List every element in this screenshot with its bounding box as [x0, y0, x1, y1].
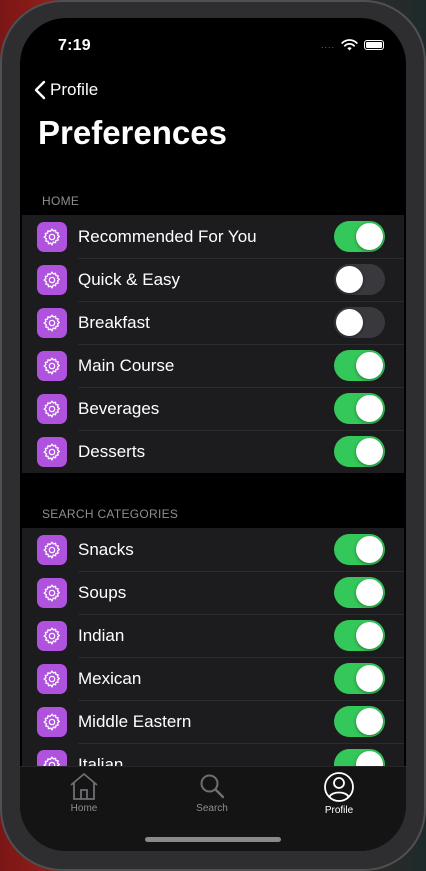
- toggle-beverages[interactable]: [334, 393, 385, 424]
- toggle-knob: [356, 395, 383, 422]
- gear-icon: [37, 534, 67, 565]
- gear-icon: [37, 620, 67, 651]
- toggle-soups[interactable]: [334, 577, 385, 608]
- toggle-indian[interactable]: [334, 620, 385, 651]
- setting-label: Soups: [78, 582, 127, 602]
- toggle-quick-and-easy[interactable]: [334, 264, 385, 295]
- toggle-knob: [356, 665, 383, 692]
- device-frame: 7:19 .... Profile Preferences HOME Recom…: [0, 0, 426, 871]
- setting-row-main-course: Main Course: [22, 344, 404, 387]
- setting-row-italian: Italian: [22, 743, 404, 766]
- setting-row-soups: Soups: [22, 571, 404, 614]
- setting-label: Recommended For You: [78, 226, 257, 246]
- gear-icon: [37, 393, 67, 424]
- setting-label: Beverages: [78, 398, 160, 418]
- setting-label: Breakfast: [78, 312, 150, 332]
- gear-icon: [37, 264, 67, 295]
- toggle-main-course[interactable]: [334, 350, 385, 381]
- search-categories-group: Snacks Soups Indian Mexican Middle Eastern It…: [22, 528, 404, 766]
- battery-icon: [364, 40, 384, 50]
- tab-search[interactable]: Search: [172, 771, 252, 814]
- home-icon: [70, 773, 98, 800]
- toggle-recommended-for-you[interactable]: [334, 221, 385, 252]
- toggle-snacks[interactable]: [334, 534, 385, 565]
- toggle-desserts[interactable]: [334, 436, 385, 467]
- status-bar: 7:19 ....: [20, 18, 406, 74]
- setting-row-snacks: Snacks: [22, 528, 404, 571]
- section-header-search-categories: SEARCH CATEGORIES: [42, 507, 179, 521]
- toggle-knob: [336, 266, 363, 293]
- toggle-knob: [356, 751, 383, 766]
- setting-label: Indian: [78, 625, 125, 645]
- toggle-knob: [356, 352, 383, 379]
- tab-profile[interactable]: Profile: [299, 771, 379, 816]
- toggle-knob: [356, 438, 383, 465]
- home-indicator: [145, 837, 281, 842]
- setting-row-mexican: Mexican: [22, 657, 404, 700]
- toggle-mexican[interactable]: [334, 663, 385, 694]
- toggle-knob: [356, 579, 383, 606]
- back-button[interactable]: Profile: [30, 76, 102, 104]
- gear-icon: [37, 350, 67, 381]
- toggle-breakfast[interactable]: [334, 307, 385, 338]
- home-settings-group: Recommended For You Quick & Easy Breakfast…: [22, 215, 404, 473]
- setting-row-desserts: Desserts: [22, 430, 404, 473]
- back-label: Profile: [50, 80, 99, 99]
- setting-label: Main Course: [78, 355, 175, 375]
- chevron-left-icon: [34, 80, 46, 100]
- toggle-knob: [356, 223, 383, 250]
- gear-icon: [37, 663, 67, 694]
- gear-icon: [37, 436, 67, 467]
- section-header-home: HOME: [42, 194, 80, 208]
- status-indicators: ....: [321, 39, 384, 51]
- setting-label: Italian: [78, 754, 124, 767]
- tab-search-label: Search: [196, 803, 228, 814]
- setting-row-breakfast: Breakfast: [22, 301, 404, 344]
- person-circle-icon: [324, 772, 354, 802]
- setting-row-quick-and-easy: Quick & Easy: [22, 258, 404, 301]
- toggle-knob: [356, 622, 383, 649]
- gear-icon: [37, 706, 67, 737]
- search-icon: [200, 774, 225, 799]
- gear-icon: [37, 307, 67, 338]
- screen: 7:19 .... Profile Preferences HOME Recom…: [20, 18, 406, 851]
- toggle-italian[interactable]: [334, 749, 385, 766]
- setting-row-indian: Indian: [22, 614, 404, 657]
- toggle-knob: [336, 309, 363, 336]
- status-time: 7:19: [58, 37, 91, 54]
- tab-profile-label: Profile: [324, 805, 354, 816]
- toggle-knob: [356, 708, 383, 735]
- tab-home[interactable]: Home: [44, 771, 124, 814]
- wifi-icon: [341, 39, 358, 51]
- toggle-middle-eastern[interactable]: [334, 706, 385, 737]
- toggle-knob: [356, 536, 383, 563]
- signal-dots: ....: [320, 40, 335, 50]
- setting-label: Mexican: [78, 668, 142, 688]
- setting-row-beverages: Beverages: [22, 387, 404, 430]
- setting-row-recommended-for-you: Recommended For You: [22, 215, 404, 258]
- gear-icon: [37, 749, 67, 766]
- gear-icon: [37, 221, 67, 252]
- page-title: Preferences: [38, 114, 227, 151]
- setting-label: Desserts: [78, 441, 146, 461]
- setting-label: Quick & Easy: [78, 269, 181, 289]
- setting-row-middle-eastern: Middle Eastern: [22, 700, 404, 743]
- gear-icon: [37, 577, 67, 608]
- setting-label: Snacks: [78, 539, 134, 559]
- setting-label: Middle Eastern: [78, 711, 192, 731]
- tab-home-label: Home: [70, 803, 98, 814]
